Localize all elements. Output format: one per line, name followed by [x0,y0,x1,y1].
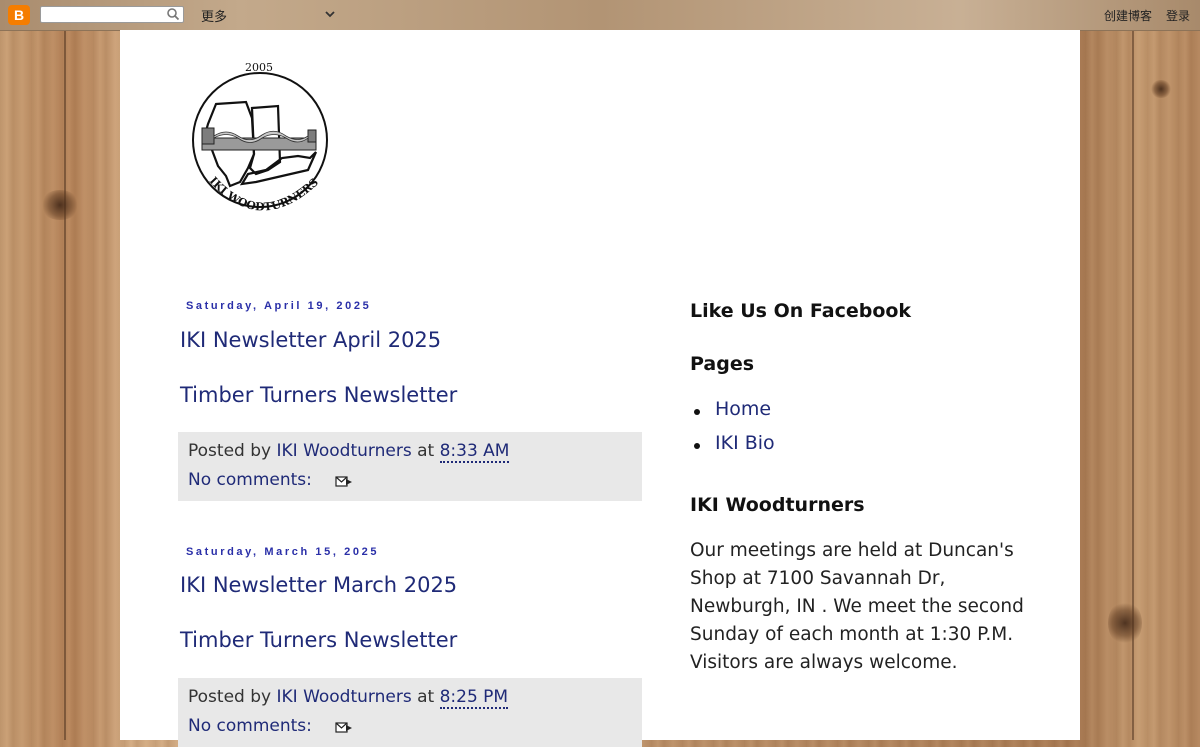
facebook-widget-title: Like Us On Facebook [690,300,912,322]
wood-knot [1150,80,1172,98]
at-label: at [417,441,435,461]
post-body-link[interactable]: Timber Turners Newsletter [180,383,457,407]
date-header: Saturday, April 19, 2025 [186,300,372,312]
chevron-down-icon[interactable] [325,9,335,19]
page-link-iki-bio[interactable]: IKI Bio [715,432,775,454]
page-link-home[interactable]: Home [715,398,771,420]
more-menu[interactable]: 更多 [201,6,227,25]
bullet-icon [694,409,700,415]
post-title-link[interactable]: IKI Newsletter April 2025 [180,328,441,352]
about-widget-title: IKI Woodturners [690,494,865,516]
create-blog-link[interactable]: 创建博客 [1104,7,1152,24]
author-link[interactable]: IKI Woodturners [276,687,411,707]
bullet-icon [694,443,700,449]
search-icon[interactable] [166,7,180,21]
comments-link[interactable]: No comments: [188,716,312,736]
comments-link[interactable]: No comments: [188,470,312,490]
blogger-logo-icon[interactable]: B [8,5,30,25]
iki-logo[interactable]: 2005 IKI WOODTURNERS [186,58,336,226]
email-post-icon[interactable] [335,720,353,734]
posted-by-label: Posted by [188,687,272,707]
wood-knot [1108,600,1142,646]
author-link[interactable]: IKI Woodturners [276,441,411,461]
post-footer: Posted by IKI Woodturners at 8:33 AM No … [178,432,642,501]
post-footer: Posted by IKI Woodturners at 8:25 PM No … [178,678,642,747]
pages-widget-title: Pages [690,353,755,375]
date-header: Saturday, March 15, 2025 [186,546,380,558]
post-title-link[interactable]: IKI Newsletter March 2025 [180,573,457,597]
post-body-link[interactable]: Timber Turners Newsletter [180,628,457,652]
search-input[interactable] [40,6,184,23]
posted-by-label: Posted by [188,441,272,461]
wood-plank-seam [64,30,66,740]
at-label: at [417,687,435,707]
email-post-icon[interactable] [335,474,353,488]
wood-knot [40,190,80,220]
blogger-navbar: B 更多 创建博客 登录 [0,0,1200,31]
login-link[interactable]: 登录 [1166,7,1190,24]
post-timestamp-link[interactable]: 8:33 AM [439,441,510,463]
post-byline: Posted by IKI Woodturners at 8:33 AM [188,441,510,463]
blog-content: 2005 IKI WOODTURNERS Saturday, April 19,… [120,30,1080,747]
post-byline: Posted by IKI Woodturners at 8:25 PM [188,687,509,709]
post-timestamp-link[interactable]: 8:25 PM [439,687,509,709]
about-text: Our meetings are held at Duncan's Shop a… [690,540,1024,673]
